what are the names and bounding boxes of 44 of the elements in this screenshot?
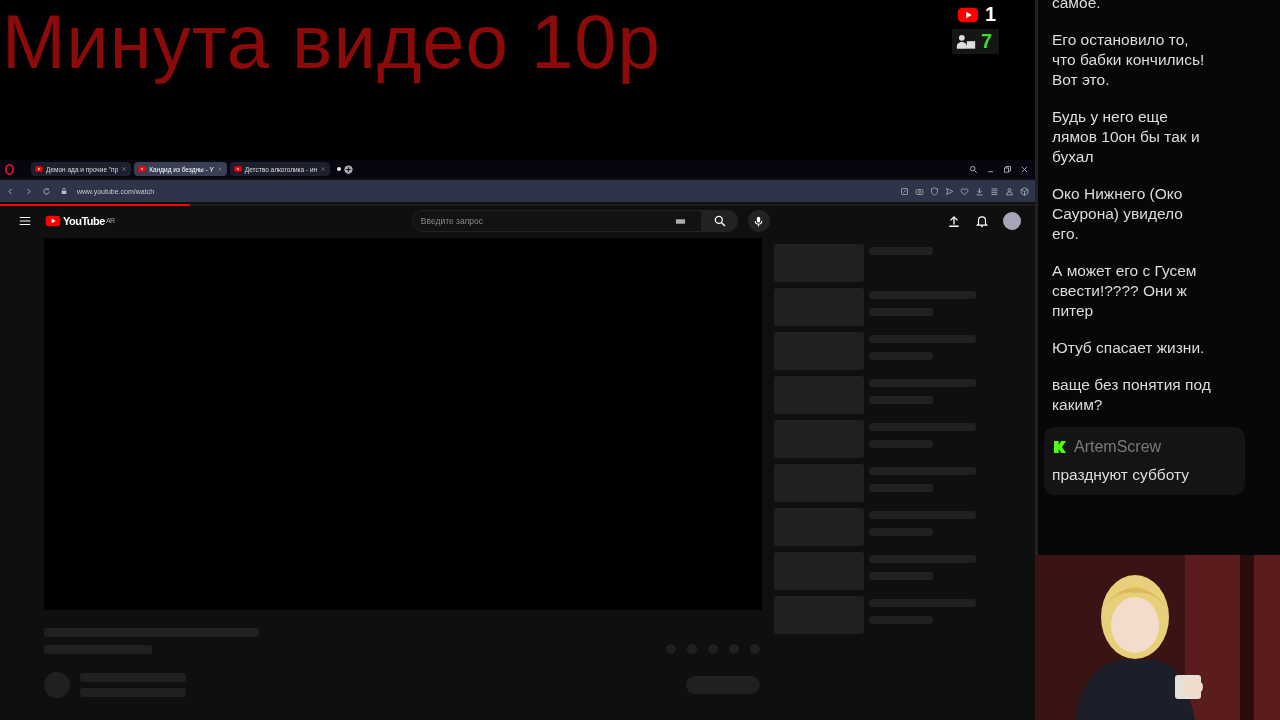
send-icon[interactable] [945, 186, 954, 196]
chat-message: ваще без понятия под каким? [1052, 375, 1212, 415]
platform-count: 1 [984, 3, 996, 26]
heart-icon[interactable] [960, 186, 969, 196]
mic-button[interactable] [747, 210, 770, 232]
menu-icon[interactable] [18, 214, 32, 228]
upload-icon[interactable] [947, 214, 961, 228]
chat-message: А может его с Гусем свести!???? Они ж питер [1052, 261, 1198, 321]
chat-message: Око Нижнего (Око Саурона) увидело его. [1052, 184, 1184, 244]
search-icon[interactable] [969, 164, 978, 174]
chat-message: самое. [1052, 0, 1102, 13]
list-icon[interactable] [990, 186, 999, 196]
reload-icon[interactable] [42, 186, 51, 196]
viewer-count: 7 [980, 30, 992, 53]
play-icon [44, 213, 62, 229]
youtube-icon [233, 165, 242, 173]
chat-message: празднуют субботу [1052, 465, 1190, 485]
youtube-icon [35, 165, 43, 173]
close-icon[interactable] [1020, 164, 1029, 174]
person-icon[interactable] [1005, 186, 1014, 196]
new-tab-icon[interactable] [344, 164, 354, 174]
search-field[interactable]: Введите запрос [411, 210, 702, 232]
edit-icon[interactable] [900, 186, 909, 196]
chat-author: ArtemScrew [1074, 437, 1162, 457]
back-icon[interactable] [6, 186, 15, 196]
camera-icon[interactable] [915, 186, 924, 196]
chat-message: Будь у него еще лямов 10он бы так и бухал [1052, 107, 1201, 167]
cube-icon[interactable] [1020, 186, 1029, 196]
shield-icon[interactable] [930, 186, 939, 196]
opera-logo-icon[interactable] [4, 163, 15, 175]
lock-icon [60, 187, 68, 195]
search-button[interactable] [701, 210, 738, 232]
chat-message: Ютуб спасает жизни. [1052, 338, 1206, 358]
youtube-icon [138, 165, 147, 173]
stream-title: Минута видео 10р [2, 4, 661, 86]
badge-icon [1052, 439, 1068, 455]
avatar[interactable] [1003, 212, 1021, 230]
restore-icon[interactable] [1003, 164, 1012, 174]
download-icon[interactable] [975, 186, 984, 196]
chat-message: Его остановило то, что бабки кончились! Вот это. [1052, 30, 1206, 90]
search-icon [712, 214, 727, 228]
forward-icon[interactable] [24, 186, 33, 196]
dot-icon [337, 167, 342, 171]
bell-icon[interactable] [975, 214, 989, 228]
